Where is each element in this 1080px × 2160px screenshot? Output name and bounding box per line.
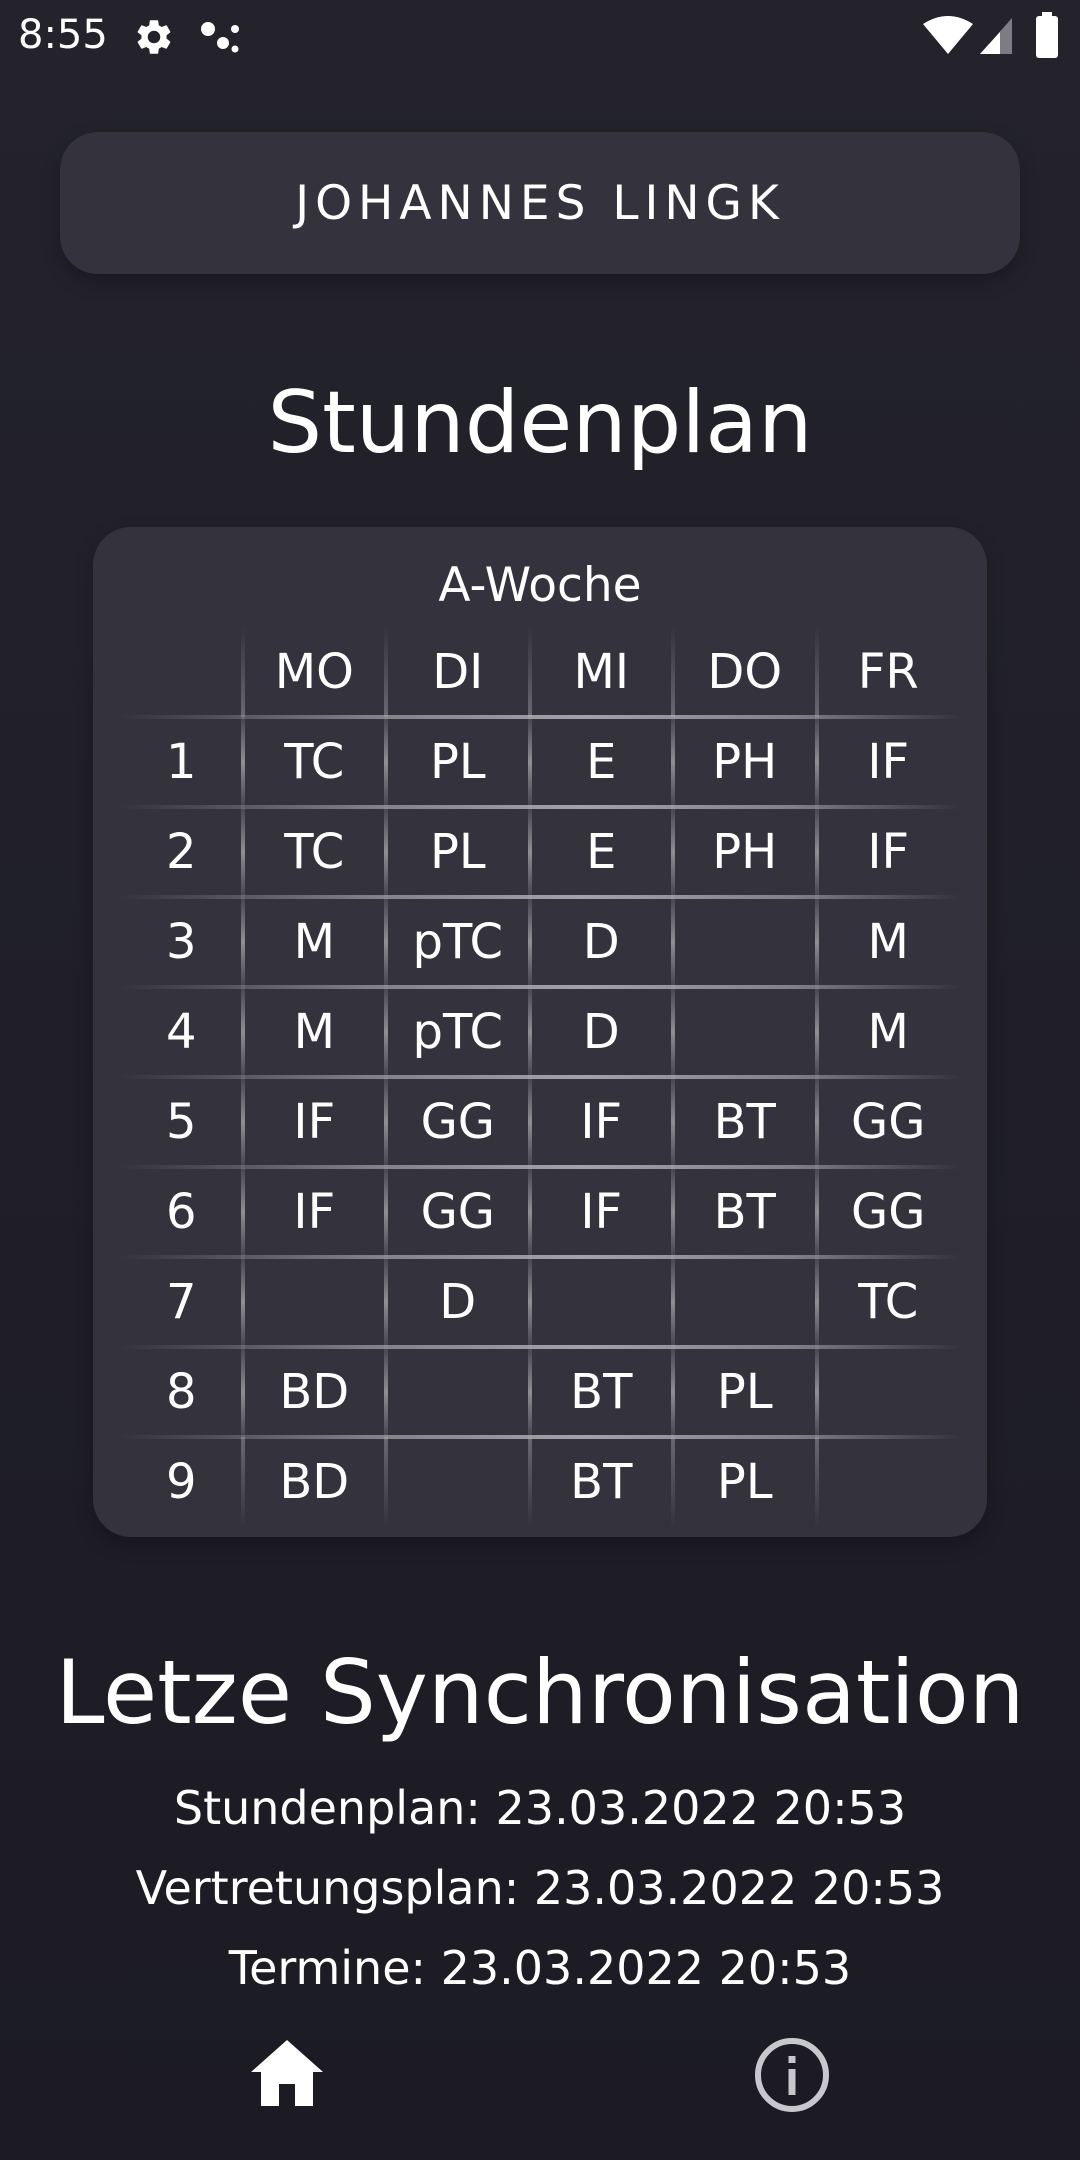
subject-cell: GG: [814, 1167, 960, 1257]
subject-cell: BT: [527, 1347, 673, 1437]
subject-cell: [671, 987, 816, 1077]
sync-events-line: Termine: 23.03.2022 20:53: [228, 1941, 852, 1995]
timetable-title: Stundenplan: [267, 373, 813, 473]
app-screen: 8:55 JOHANNES LINGK Stundenplan A-Woche: [0, 0, 1080, 2160]
subject-cell: [527, 1257, 673, 1347]
period-number: 3: [166, 914, 197, 970]
subject-cell: pTC: [384, 987, 529, 1077]
subject-cell: BT: [671, 1077, 816, 1167]
subject-cell: TC: [240, 717, 386, 807]
subject-cell: E: [527, 807, 673, 897]
sync-timetable-line: Stundenplan: 23.03.2022 20:53: [173, 1781, 907, 1835]
subject-cell: M: [814, 897, 960, 987]
subject-cell: GG: [814, 1077, 960, 1167]
timetable-row: 3 M pTC D M: [120, 895, 960, 987]
subject-cell: PL: [384, 717, 529, 807]
signal-icon: [980, 18, 1012, 54]
gear-icon: [137, 20, 171, 54]
timetable-row: 8 BD BT PL: [120, 1345, 960, 1437]
period-number: 4: [166, 1004, 197, 1060]
subject-cell: IF: [240, 1167, 386, 1257]
timetable-row: 9 BD BT PL: [120, 1435, 960, 1527]
period-number: 1: [166, 734, 197, 790]
battery-icon: [1036, 12, 1058, 58]
info-icon[interactable]: [753, 2036, 831, 2114]
subject-cell: IF: [240, 1077, 386, 1167]
day-header: DO: [671, 627, 816, 717]
subject-cell: TC: [814, 1257, 960, 1347]
day-header: FR: [814, 627, 960, 717]
period-number: 2: [166, 824, 197, 880]
subject-cell: D: [527, 987, 673, 1077]
day-header: DI: [384, 627, 529, 717]
subject-cell: PH: [671, 717, 816, 807]
subject-cell: PL: [384, 807, 529, 897]
profile-name: JOHANNES LINGK: [295, 175, 785, 231]
subject-cell: [671, 897, 816, 987]
subject-cell: pTC: [384, 897, 529, 987]
timetable-row: 4 M pTC D M: [120, 985, 960, 1077]
subject-cell: GG: [384, 1077, 529, 1167]
subject-cell: GG: [384, 1167, 529, 1257]
subject-cell: [384, 1437, 529, 1527]
subject-cell: IF: [814, 807, 960, 897]
timetable-grid: MO DI MI DO FR 1 TC PL E PH IF 2 TC PL E…: [120, 627, 960, 1527]
period-number: 6: [166, 1184, 197, 1240]
subject-cell: D: [527, 897, 673, 987]
subject-cell: [671, 1257, 816, 1347]
subject-cell: [814, 1437, 960, 1527]
day-header: MO: [240, 627, 386, 717]
profile-name-card[interactable]: JOHANNES LINGK: [60, 132, 1020, 274]
period-number: 7: [166, 1274, 197, 1330]
day-header: MI: [527, 627, 673, 717]
subject-cell: BT: [671, 1167, 816, 1257]
period-header-cell: [120, 627, 243, 717]
subject-cell: IF: [527, 1167, 673, 1257]
subject-cell: [384, 1347, 529, 1437]
subject-cell: [814, 1347, 960, 1437]
timetable-row: 7 D TC: [120, 1255, 960, 1347]
subject-cell: BD: [240, 1347, 386, 1437]
week-label: A-Woche: [438, 558, 642, 613]
status-bar: 8:55: [0, 0, 1080, 72]
subject-cell: IF: [527, 1077, 673, 1167]
subject-cell: BD: [240, 1437, 386, 1527]
home-icon[interactable]: [247, 2036, 327, 2108]
timetable-row: 6 IF GG IF BT GG: [120, 1165, 960, 1257]
subject-cell: TC: [240, 807, 386, 897]
subject-cell: [240, 1257, 386, 1347]
timetable-row: 1 TC PL E PH IF: [120, 715, 960, 807]
subject-cell: BT: [527, 1437, 673, 1527]
subject-cell: PL: [671, 1437, 816, 1527]
sync-substitution-line: Vertretungsplan: 23.03.2022 20:53: [135, 1861, 945, 1915]
subject-cell: D: [384, 1257, 529, 1347]
period-number: 8: [166, 1364, 197, 1420]
subject-cell: IF: [814, 717, 960, 807]
subject-cell: M: [814, 987, 960, 1077]
subject-cell: PL: [671, 1347, 816, 1437]
timetable-row: 2 TC PL E PH IF: [120, 805, 960, 897]
subject-cell: M: [240, 897, 386, 987]
subject-cell: E: [527, 717, 673, 807]
period-number: 5: [166, 1094, 197, 1150]
assistant-dots-icon: [201, 22, 239, 53]
period-number: 9: [166, 1454, 197, 1510]
wifi-icon: [923, 16, 973, 54]
subject-cell: M: [240, 987, 386, 1077]
timetable-header-row: MO DI MI DO FR: [120, 627, 960, 717]
timetable-card: A-Woche MO DI MI DO FR 1 TC PL E PH IF 2…: [93, 527, 987, 1537]
subject-cell: PH: [671, 807, 816, 897]
timetable-row: 5 IF GG IF BT GG: [120, 1075, 960, 1167]
sync-title: Letze Synchronisation: [55, 1641, 1025, 1744]
status-time: 8:55: [18, 12, 108, 58]
